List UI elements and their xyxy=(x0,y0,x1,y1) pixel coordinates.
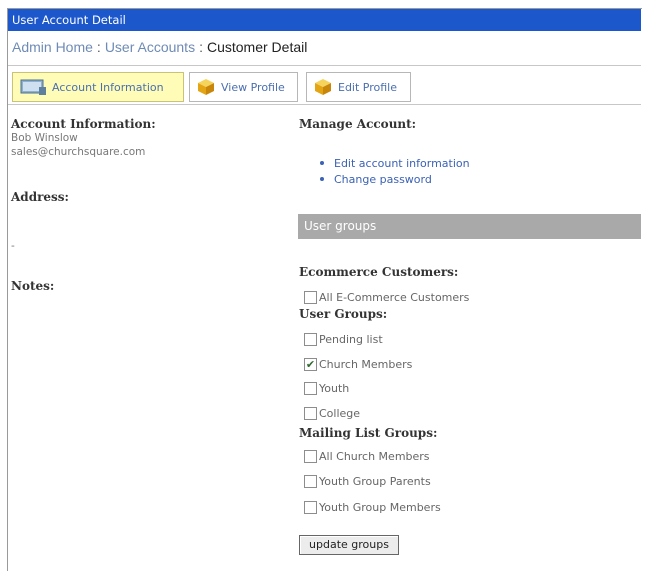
checkbox[interactable] xyxy=(304,449,317,463)
checkbox-row[interactable]: Youth Group Members xyxy=(304,497,441,517)
tab-view-profile[interactable]: View Profile xyxy=(189,72,298,102)
checkbox-row[interactable]: Youth xyxy=(304,378,349,398)
manage-account-heading: Manage Account: xyxy=(299,117,417,131)
address-value: - xyxy=(11,240,15,252)
tab-label: Account Information xyxy=(52,80,164,94)
tab-edit-profile[interactable]: Edit Profile xyxy=(306,72,411,102)
checkbox[interactable] xyxy=(304,381,317,395)
update-groups-button[interactable]: update groups xyxy=(299,535,399,555)
breadcrumb: Admin Home: User Accounts: Customer Detail xyxy=(12,39,307,55)
window-title: User Account Detail xyxy=(8,9,641,31)
box-icon xyxy=(196,77,216,97)
user-groups-heading: User Groups: xyxy=(299,307,388,321)
breadcrumb-separator: : xyxy=(199,39,203,55)
manage-links: Edit account information Change password xyxy=(320,155,470,187)
notes-heading: Notes: xyxy=(11,279,55,293)
checkbox[interactable] xyxy=(304,500,317,514)
checkbox[interactable] xyxy=(304,332,317,346)
checkbox-row[interactable]: Pending list xyxy=(304,329,383,349)
checkbox[interactable] xyxy=(304,406,317,420)
checkbox-row[interactable]: College xyxy=(304,403,360,423)
checkbox-row[interactable]: All E-Commerce Customers xyxy=(304,287,469,307)
breadcrumb-current: Customer Detail xyxy=(206,39,308,55)
breadcrumb-separator: : xyxy=(96,39,101,55)
user-groups-bar: User groups xyxy=(298,214,641,239)
edit-account-link[interactable]: Edit account information xyxy=(320,155,470,171)
tab-label: View Profile xyxy=(221,80,285,94)
tab-label: Edit Profile xyxy=(338,80,398,94)
checkbox-row[interactable]: ✔ Church Members xyxy=(304,354,412,374)
breadcrumb-user-accounts[interactable]: User Accounts xyxy=(105,39,195,55)
box-icon xyxy=(313,77,333,97)
bullet-icon xyxy=(320,177,324,181)
account-email: sales@churchsquare.com xyxy=(11,146,146,158)
checkbox-checked[interactable]: ✔ xyxy=(304,357,317,371)
address-heading: Address: xyxy=(11,190,69,204)
account-name: Bob Winslow xyxy=(11,132,78,144)
ecommerce-heading: Ecommerce Customers: xyxy=(299,265,459,279)
change-password-link[interactable]: Change password xyxy=(320,171,470,187)
checkbox[interactable] xyxy=(304,290,317,304)
monitor-icon xyxy=(19,78,47,96)
checkbox-row[interactable]: All Church Members xyxy=(304,446,430,466)
breadcrumb-admin-home[interactable]: Admin Home xyxy=(12,39,93,55)
checkbox[interactable] xyxy=(304,474,317,488)
checkbox-row[interactable]: Youth Group Parents xyxy=(304,471,431,491)
bullet-icon xyxy=(320,161,324,165)
tab-account-information[interactable]: Account Information xyxy=(12,72,184,102)
account-information-heading: Account Information: xyxy=(11,117,156,131)
mailing-list-heading: Mailing List Groups: xyxy=(299,426,438,440)
